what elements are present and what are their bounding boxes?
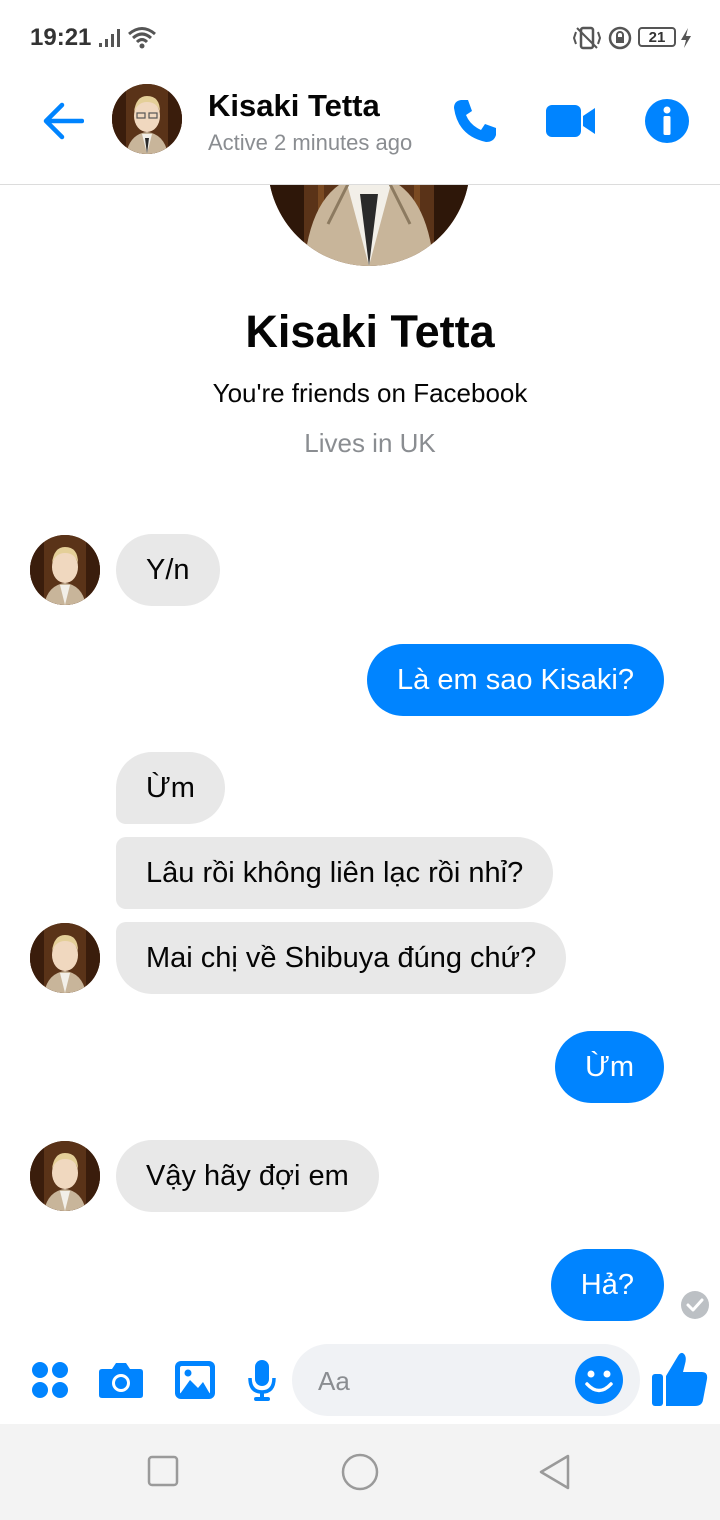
portrait-image: [30, 535, 100, 605]
message-avatar[interactable]: [30, 1141, 100, 1211]
message-bubble-incoming[interactable]: Y/n: [116, 534, 220, 606]
back-arrow-icon: [43, 102, 84, 140]
video-camera-icon[interactable]: [544, 96, 598, 146]
message-bubble-outgoing[interactable]: Ừm: [555, 1031, 664, 1103]
active-status: Active 2 minutes ago: [208, 130, 413, 155]
battery-level: 21: [648, 28, 666, 46]
message-bubble-incoming[interactable]: Mai chị về Shibuya đúng chứ?: [116, 922, 567, 994]
message-box: [292, 1344, 640, 1418]
message-composer: [0, 1340, 720, 1424]
vibrate-icon: [572, 26, 602, 50]
contact-avatar[interactable]: [112, 84, 182, 154]
message-bubble-incoming[interactable]: Vậy hãy đợi em: [116, 1140, 379, 1212]
charging-icon: [681, 28, 691, 48]
battery-indicator: 21: [638, 27, 676, 47]
thumbs-up-icon[interactable]: [650, 1348, 710, 1410]
portrait-image: [30, 1141, 100, 1211]
seen-check-icon: [681, 1291, 709, 1319]
camera-icon[interactable]: [98, 1360, 144, 1400]
message-bubble-incoming[interactable]: Lâu rồi không liên lạc rồi nhỉ?: [116, 837, 554, 909]
gallery-icon[interactable]: [174, 1360, 216, 1400]
microphone-icon[interactable]: [246, 1358, 278, 1402]
message-bubble-outgoing[interactable]: Là em sao Kisaki?: [367, 644, 664, 716]
message-bubble-outgoing[interactable]: Hả?: [550, 1249, 664, 1321]
back-triangle-icon[interactable]: [536, 1452, 574, 1492]
emoji-icon[interactable]: [574, 1355, 624, 1405]
chat-header: Kisaki Tetta Active 2 minutes ago: [0, 76, 720, 185]
home-icon[interactable]: [340, 1452, 380, 1492]
portrait-image: [30, 923, 100, 993]
recents-icon[interactable]: [146, 1454, 180, 1488]
rotation-lock-icon: [608, 26, 632, 50]
contact-name[interactable]: Kisaki Tetta: [208, 88, 380, 124]
profile-name: Kisaki Tetta: [245, 306, 495, 357]
message-avatar[interactable]: [30, 923, 100, 993]
profile-location: Lives in UK: [304, 428, 436, 458]
signal-icon: [99, 29, 120, 47]
portrait-image: [112, 84, 182, 154]
wifi-icon: [128, 27, 156, 49]
phone-icon[interactable]: [450, 96, 500, 146]
friends-status: You're friends on Facebook: [212, 378, 528, 408]
system-navigation-bar: [0, 1424, 720, 1520]
message-bubble-incoming[interactable]: Ừm: [116, 752, 225, 824]
info-icon[interactable]: [644, 98, 690, 144]
back-button[interactable]: [38, 98, 88, 144]
message-avatar[interactable]: [30, 535, 100, 605]
status-time: 19:21: [30, 24, 92, 51]
apps-icon[interactable]: [30, 1360, 70, 1400]
message-input[interactable]: [316, 1344, 570, 1418]
status-bar: 19:21 21: [0, 0, 720, 76]
